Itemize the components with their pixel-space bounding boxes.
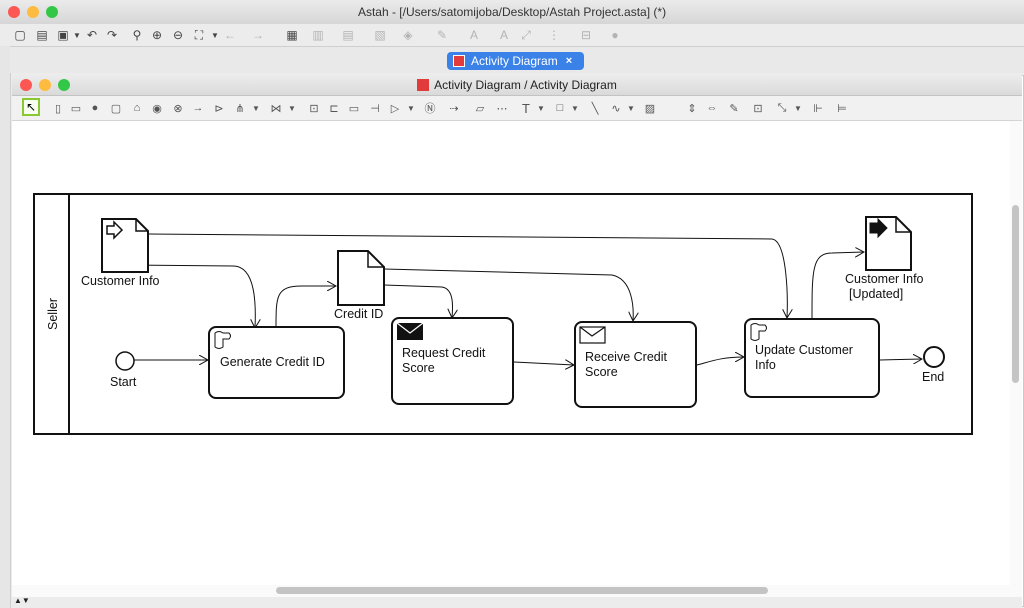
drawing-toolbar: ▯ ▭ ● ▢ ⌂ ◉ ⊗ → ⊳ ⋔ ▼ ⋈ ▼ ⊡ ⊏ ▭ ⊣ ▷ ▼ Ⓝ … [12,96,1022,121]
object-flow-tool-icon[interactable]: ⇢ [446,100,462,116]
forward-icon[interactable]: → [250,27,266,43]
left-panel-strip[interactable] [0,46,11,608]
partition-tool-icon[interactable]: ▯ [50,100,66,116]
tab-label: Activity Diagram [471,54,558,68]
text-menu-chevron-icon[interactable]: ▼ [533,100,549,116]
customer-info-updated-label: Customer Info [845,272,924,286]
align-icon[interactable]: ▥ [310,27,326,43]
customer-info-updated-state: [Updated] [849,287,904,301]
image-tool-icon[interactable]: ▨ [642,100,658,116]
vertical-scroll-thumb[interactable] [1012,205,1019,383]
note-tool-icon[interactable]: ▱ [472,100,488,116]
fork-menu-chevron-icon[interactable]: ▼ [248,100,264,116]
font-style-icon[interactable]: A [496,27,512,43]
window-title: Astah - [/Users/satomijoba/Desktop/Astah… [357,5,667,19]
generate-credit-id-label: Generate Credit ID [220,355,325,369]
zoom-in-icon[interactable]: ⊕ [149,27,165,43]
call-behavior-tool-icon[interactable]: ⌂ [129,100,145,116]
customer-info-label: Customer Info [81,274,160,288]
shape-menu-chevron-icon[interactable]: ▼ [567,100,583,116]
text-tool-icon[interactable]: T [518,100,534,116]
activity-diagram-icon [453,55,465,67]
distribute-h-icon[interactable]: ⊩ [810,100,826,116]
align-left-icon[interactable]: ▤ [340,27,356,43]
expansion-tool-icon[interactable]: ⊣ [367,100,383,116]
customer-info-object[interactable] [101,218,149,273]
request-credit-score-label: Request Credit Score [402,346,486,375]
tab-close-icon[interactable]: × [566,55,572,67]
horizontal-partition-tool-icon[interactable]: ▭ [68,100,84,116]
horizontal-scroll-thumb[interactable] [276,587,768,594]
pin-icon[interactable]: ✎ [726,100,742,116]
zoom-out-icon[interactable]: ⊖ [170,27,186,43]
horizontal-space-icon[interactable]: ⇔ [704,100,720,116]
rectangle-tool-icon[interactable]: □ [552,100,568,116]
line-style-icon[interactable]: ⤢ [518,27,534,43]
diagram-window-titlebar: Activity Diagram / Activity Diagram [12,75,1022,96]
curve-menu-chevron-icon[interactable]: ▼ [623,100,639,116]
fill-color-icon[interactable]: ◈ [400,27,416,43]
panel-toggle-icon[interactable]: ▲▼ [14,596,30,605]
status-bar [12,597,1022,608]
fit-menu-chevron-icon[interactable]: ▼ [207,27,223,43]
update-customer-info-label: Update Customer Info [755,343,853,372]
distribute-icon[interactable]: ⋮ [546,27,562,43]
control-flow-tool-icon[interactable]: → [190,100,206,116]
send-signal-tool-icon[interactable]: ▷ [387,100,403,116]
partition-label: Seller [46,298,60,330]
fit-window-icon[interactable]: ⛶ [191,27,207,43]
diagram-window-title: Activity Diagram / Activity Diagram [434,78,617,92]
receive-credit-score-label: Receive Credit Score [585,350,667,379]
open-folder-icon[interactable]: ▤ [34,27,50,43]
customer-info-updated-object[interactable] [865,216,912,271]
diagram-canvas[interactable]: Seller Customer Info Credit ID Customer … [12,121,1010,585]
start-node[interactable] [115,351,135,371]
join-tool-icon[interactable]: ⋈ [268,100,284,116]
join-menu-chevron-icon[interactable]: ▼ [284,100,300,116]
back-icon[interactable]: ← [222,27,238,43]
activity-diagram-icon [417,79,430,91]
signal-menu-chevron-icon[interactable]: ▼ [403,100,419,116]
resize-icon[interactable]: ⤡ [774,100,790,116]
curve-tool-icon[interactable]: ∿ [608,100,624,116]
redo-icon[interactable]: ↷ [104,27,120,43]
flow-final-tool-icon[interactable]: ⊗ [170,100,186,116]
tab-activity-diagram[interactable]: Activity Diagram × [447,52,584,70]
undo-icon[interactable]: ↶ [84,27,100,43]
object-node-tool-icon[interactable]: ⊡ [306,100,322,116]
action-tool-icon[interactable]: ▢ [108,100,124,116]
window-titlebar: Astah - [/Users/satomijoba/Desktop/Astah… [0,0,1024,25]
line-tool-icon[interactable]: ╲ [587,100,603,116]
note-anchor-tool-icon[interactable]: Ⓝ [422,100,438,116]
select-tool-icon[interactable]: ↖ [22,98,40,116]
circle-color-icon[interactable]: ● [607,27,623,43]
arrange-icon[interactable]: ⊟ [578,27,594,43]
font-color-icon[interactable]: A [466,27,482,43]
save-menu-chevron-icon[interactable]: ▼ [69,27,85,43]
pin-tool-icon[interactable]: ⊏ [326,100,342,116]
snap-icon[interactable]: ⊡ [750,100,766,116]
line-color-icon[interactable]: ✎ [434,27,450,43]
final-node-tool-icon[interactable]: ◉ [149,100,165,116]
merge-tool-icon[interactable]: ⊳ [211,100,227,116]
start-label: Start [110,375,137,389]
buffer-tool-icon[interactable]: ▭ [346,100,362,116]
dotted-line-tool-icon[interactable]: ⋯ [494,100,510,116]
fork-tool-icon[interactable]: ⋔ [232,100,248,116]
resize-menu-chevron-icon[interactable]: ▼ [790,100,806,116]
credit-id-label: Credit ID [334,307,384,321]
new-file-icon[interactable]: ▢ [12,27,28,43]
main-toolbar: ▢ ▤ ▣ ▼ ↶ ↷ ⚲ ⊕ ⊖ ⛶ ▼ ← → ▦ ▥ ▤ ▧ ◈ ✎ A … [0,24,1024,47]
layer-icon[interactable]: ▧ [372,27,388,43]
end-node[interactable] [923,346,945,368]
search-icon[interactable]: ⚲ [129,27,145,43]
initial-node-tool-icon[interactable]: ● [87,100,103,116]
align-center-icon[interactable]: ⊨ [834,100,850,116]
vertical-space-icon[interactable]: ⇕ [684,100,700,116]
grid-icon[interactable]: ▦ [284,27,300,43]
end-label: End [922,370,945,384]
credit-id-object[interactable] [337,250,385,306]
